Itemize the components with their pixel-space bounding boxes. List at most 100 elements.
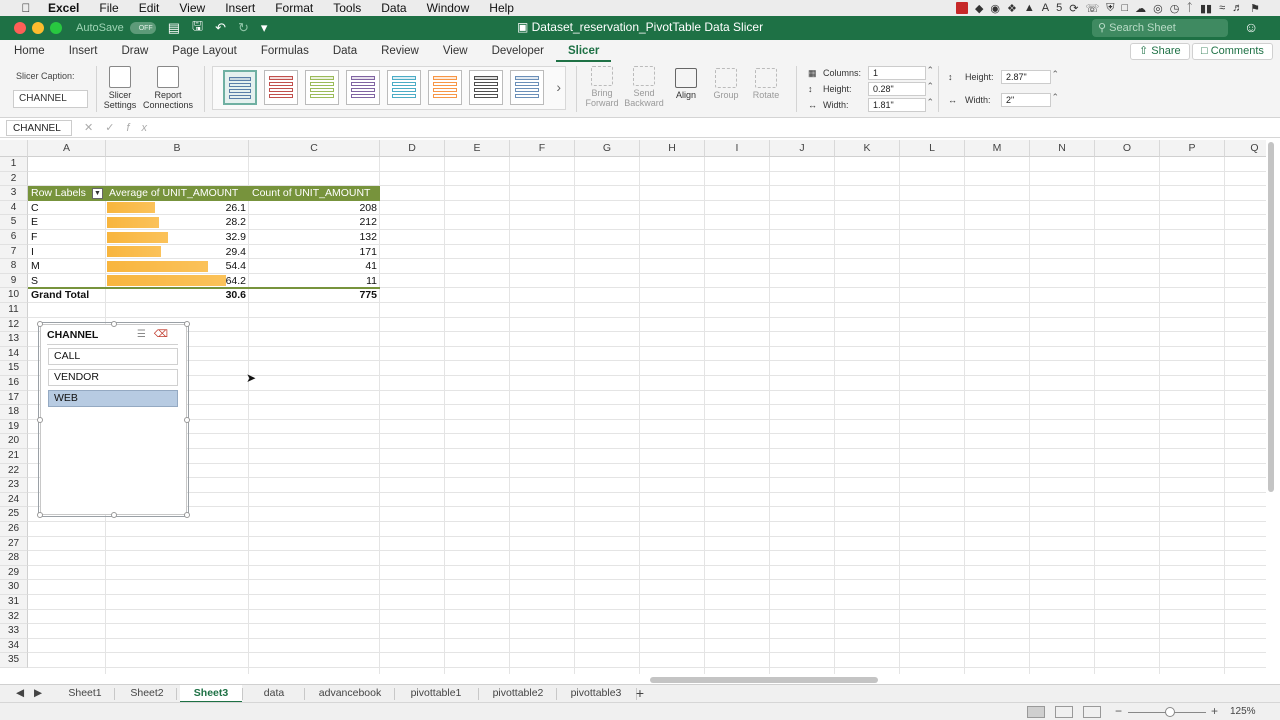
grand-total-count[interactable]: 775 [249,288,380,302]
adobe-icon[interactable]: A [1042,2,1049,14]
tab-developer[interactable]: Developer [480,40,556,62]
column-header-i[interactable]: I [705,140,770,157]
drive-icon[interactable]: ▲ [1024,2,1035,14]
column-header-p[interactable]: P [1160,140,1225,157]
slicer-item-web[interactable]: WEB [48,390,178,407]
row-header-22[interactable]: 22 [0,463,28,479]
row-header-32[interactable]: 32 [0,609,28,625]
row-header-12[interactable]: 12 [0,317,28,333]
tab-review[interactable]: Review [369,40,431,62]
slicer-style-1[interactable] [223,70,257,105]
resize-handle[interactable] [37,512,43,518]
cloud-icon[interactable]: ☁ [1135,2,1146,15]
tab-slicer[interactable]: Slicer [555,40,612,62]
row-header-33[interactable]: 33 [0,624,28,639]
row-header-3[interactable]: 3 [0,186,28,201]
spreadsheet-grid[interactable]: A B C D E F G H I J K L M N O P Q 1 2 3 4 5 6 7 8 9 10 11 12 13 14 15 16… [0,140,1266,674]
row-header-29[interactable]: 29 [0,565,28,581]
column-header-f[interactable]: F [510,140,575,157]
zoom-in-icon[interactable]: + [1211,704,1218,718]
slicer-style-2[interactable] [264,70,298,105]
name-box[interactable]: CHANNEL [6,120,72,136]
fx-icon[interactable]: fx [126,122,159,134]
tab-data[interactable]: Data [321,40,369,62]
column-header-n[interactable]: N [1030,140,1095,157]
resize-handle[interactable] [184,512,190,518]
column-header-m[interactable]: M [965,140,1030,157]
row-header-18[interactable]: 18 [0,405,28,420]
column-header-j[interactable]: J [770,140,835,157]
resize-handle[interactable] [37,417,43,423]
column-header-k[interactable]: K [835,140,900,157]
column-header-h[interactable]: H [640,140,705,157]
menu-insert[interactable]: Insert [225,1,255,15]
row-header-20[interactable]: 20 [0,434,28,449]
group-button[interactable]: Group [710,68,742,100]
slicer-item-call[interactable]: CALL [48,348,178,365]
report-connections-button[interactable]: Report Connections [142,66,194,110]
menu-edit[interactable]: Edit [139,1,160,15]
row-header-30[interactable]: 30 [0,580,28,595]
row-header-15[interactable]: 15 [0,361,28,376]
page-break-view-icon[interactable] [1083,706,1101,718]
slicer-caption-input[interactable]: CHANNEL [13,90,88,108]
sync-icon[interactable]: ⟳ [1069,2,1078,15]
sheet-tab-sheet3[interactable]: Sheet3 [180,685,242,703]
row-header-10[interactable]: 10 [0,288,28,303]
menu-format[interactable]: Format [275,1,313,15]
row-header-19[interactable]: 19 [0,419,28,435]
next-sheet-arrow-icon[interactable]: ▶ [32,685,44,703]
columns-input[interactable]: 1 [868,65,934,80]
row-header-4[interactable]: 4 [0,200,28,216]
pivot-row-label[interactable]: F [31,230,37,244]
resize-handle[interactable] [111,321,117,327]
pivot-count-value[interactable]: 171 [249,245,380,259]
column-header-c[interactable]: C [249,140,380,157]
row-header-9[interactable]: 9 [0,273,28,289]
slicer-style-8[interactable] [510,70,544,105]
grand-total-label[interactable]: Grand Total [31,288,89,302]
row-header-13[interactable]: 13 [0,332,28,347]
normal-view-icon[interactable] [1027,706,1045,718]
tab-draw[interactable]: Draw [109,40,160,62]
row-header-16[interactable]: 16 [0,376,28,391]
row-header-8[interactable]: 8 [0,259,28,274]
phone-icon[interactable]: ☏ [1085,2,1099,15]
search-sheet-input[interactable]: ⚲ Search Sheet [1092,19,1228,37]
slicer-style-4[interactable] [346,70,380,105]
column-header-g[interactable]: G [575,140,640,157]
menu-data[interactable]: Data [381,1,406,15]
row-header-14[interactable]: 14 [0,346,28,362]
send-backward-button[interactable]: Send Backward [624,66,664,108]
pivot-row-label[interactable]: E [31,215,38,229]
row-header-1[interactable]: 1 [0,157,28,172]
slicer-style-6[interactable] [428,70,462,105]
zoom-out-icon[interactable]: − [1115,704,1122,718]
tab-insert[interactable]: Insert [57,40,110,62]
pivot-count-value[interactable]: 11 [249,274,380,288]
slicer-width-input[interactable]: 2" [1001,92,1059,107]
row-header-28[interactable]: 28 [0,551,28,566]
menu-window[interactable]: Window [427,1,470,15]
record-icon[interactable] [955,2,968,14]
align-button[interactable]: Align [670,68,702,100]
menu-file[interactable]: File [99,1,118,15]
evernote-icon[interactable]: ◆ [975,2,983,15]
row-header-34[interactable]: 34 [0,638,28,654]
sheet-tab-pivottable3[interactable]: pivottable3 [556,685,636,703]
tab-formulas[interactable]: Formulas [249,40,321,62]
pivot-row-label[interactable]: S [31,274,38,288]
flag-icon[interactable]: ⚑ [1250,2,1260,15]
row-header-17[interactable]: 17 [0,390,28,406]
resize-handle[interactable] [111,512,117,518]
column-header-a[interactable]: A [28,140,106,157]
gallery-more-icon[interactable]: › [556,79,561,95]
prev-sheet-arrow-icon[interactable]: ◀ [14,685,26,703]
pivot-count-value[interactable]: 212 [249,215,380,229]
bring-forward-button[interactable]: Bring Forward [584,66,620,108]
pivot-average-value[interactable]: 29.4 [106,245,249,259]
resize-handle[interactable] [37,321,43,327]
row-header-35[interactable]: 35 [0,653,28,668]
pivot-average-value[interactable]: 32.9 [106,230,249,244]
pivot-count-value[interactable]: 208 [249,201,380,215]
